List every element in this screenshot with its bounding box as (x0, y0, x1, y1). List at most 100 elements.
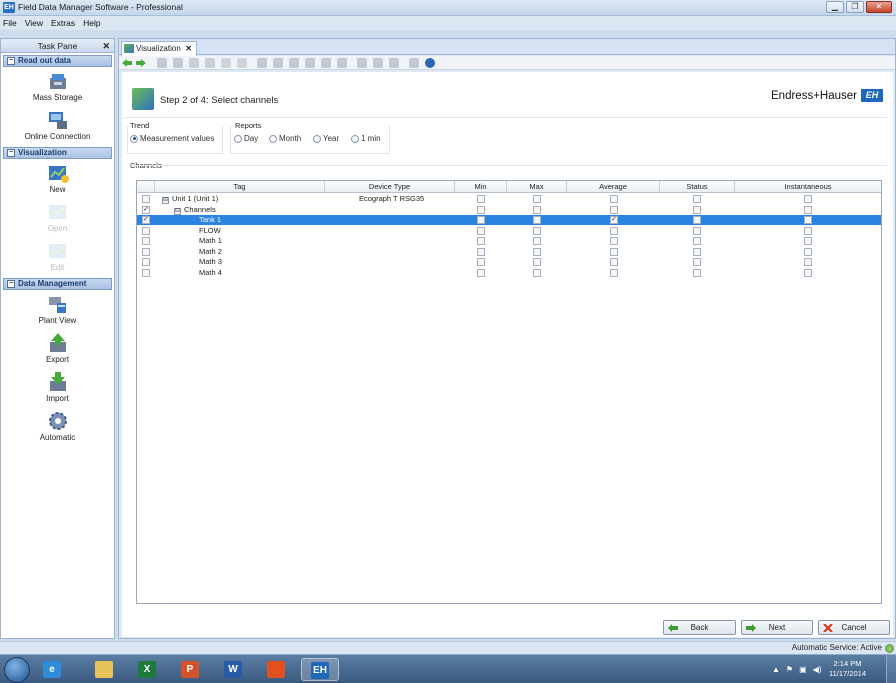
task-import[interactable]: Import (1, 368, 114, 407)
inst-checkbox[interactable] (804, 268, 812, 277)
row-select-checkbox[interactable] (142, 237, 150, 245)
max-checkbox[interactable] (533, 247, 541, 256)
status-checkbox[interactable] (693, 247, 701, 256)
tree-expander-icon[interactable]: ⊟ (174, 207, 181, 215)
column-header-status[interactable]: Status (660, 181, 735, 192)
min-checkbox[interactable] (477, 247, 485, 256)
inst-checkbox[interactable] (804, 237, 812, 245)
status-checkbox[interactable] (693, 258, 701, 266)
radio-year[interactable]: Year (313, 134, 339, 143)
collapse-icon[interactable]: − (7, 280, 15, 288)
clock[interactable]: 2:14 PM 11/17/2014 (829, 659, 866, 679)
radio-day[interactable]: Day (234, 134, 258, 143)
start-button[interactable] (4, 657, 30, 683)
column-header-average[interactable]: Average (567, 181, 660, 192)
radio-dot[interactable] (313, 134, 321, 143)
column-header-device-type[interactable]: Device Type (325, 181, 455, 192)
status-checkbox[interactable] (693, 268, 701, 277)
taskbar-app[interactable]: X (129, 658, 167, 681)
zoom-in-icon[interactable] (321, 58, 331, 68)
row-select-checkbox[interactable] (142, 216, 150, 224)
section-data-management[interactable]: − Data Management (3, 278, 112, 290)
taskbar-app[interactable]: W (215, 658, 253, 681)
column-header-min[interactable]: Min (455, 181, 507, 192)
row-select-checkbox[interactable] (142, 226, 150, 235)
task-pane-close-icon[interactable]: ✕ (102, 39, 110, 53)
table-row[interactable]: ⊟ Unit 1 (Unit 1) Ecograph T RSG35 (137, 194, 881, 204)
tree-expander-icon[interactable]: ⊟ (162, 197, 169, 204)
task-automatic[interactable]: Automatic (1, 407, 114, 446)
save-icon[interactable] (157, 58, 167, 68)
next-button[interactable]: Next (741, 620, 813, 635)
network-icon[interactable]: ▣ (799, 665, 807, 674)
status-checkbox[interactable] (693, 226, 701, 235)
min-checkbox[interactable] (477, 205, 485, 214)
table-row[interactable]: Math 2 (137, 247, 881, 257)
close-window-button[interactable]: ✕ (866, 1, 892, 13)
max-checkbox[interactable] (533, 195, 541, 203)
max-checkbox[interactable] (533, 268, 541, 277)
table-row[interactable]: Math 3 (137, 257, 881, 267)
table-row[interactable]: Tank 1 (137, 215, 881, 225)
paste-icon[interactable] (237, 58, 247, 68)
copy-icon[interactable] (221, 58, 231, 68)
print-preview-icon[interactable] (205, 58, 215, 68)
help-icon[interactable] (425, 58, 435, 68)
row-select-checkbox[interactable] (142, 205, 150, 214)
edit-icon[interactable] (409, 58, 419, 68)
min-checkbox[interactable] (477, 195, 485, 203)
min-checkbox[interactable] (477, 268, 485, 277)
cancel-button[interactable]: Cancel (818, 620, 890, 635)
min-checkbox[interactable] (477, 237, 485, 245)
table-row[interactable]: FLOW (137, 226, 881, 236)
inst-checkbox[interactable] (804, 226, 812, 235)
menu-extras[interactable]: Extras (51, 16, 75, 30)
menu-help[interactable]: Help (83, 16, 100, 30)
min-checkbox[interactable] (477, 258, 485, 266)
table-icon[interactable] (389, 58, 399, 68)
min-checkbox[interactable] (477, 226, 485, 235)
inst-checkbox[interactable] (804, 258, 812, 266)
status-checkbox[interactable] (693, 237, 701, 245)
maximize-button[interactable]: ❐ (846, 1, 864, 13)
task-mass-storage[interactable]: Mass Storage (1, 67, 114, 106)
radio-dot[interactable] (130, 134, 138, 143)
inst-checkbox[interactable] (804, 247, 812, 256)
avg-checkbox[interactable] (610, 195, 618, 203)
zoom-out-icon[interactable] (337, 58, 347, 68)
radio-dot[interactable] (269, 134, 277, 143)
volume-icon[interactable]: ◀) (813, 665, 822, 674)
radio-dot[interactable] (351, 134, 359, 143)
menu-view[interactable]: View (25, 16, 43, 30)
radio-month[interactable]: Month (269, 134, 301, 143)
inst-checkbox[interactable] (804, 205, 812, 214)
avg-checkbox[interactable] (610, 247, 618, 256)
avg-checkbox[interactable] (610, 258, 618, 266)
back-arrow-icon[interactable] (122, 58, 132, 68)
task-new-visualization[interactable]: New (1, 159, 114, 198)
row-select-checkbox[interactable] (142, 195, 150, 203)
row-select-checkbox[interactable] (142, 268, 150, 277)
collapse-icon[interactable]: − (7, 57, 15, 65)
section-visualization[interactable]: − Visualization (3, 147, 112, 159)
taskbar-app[interactable] (258, 658, 296, 681)
show-desktop-button[interactable] (886, 655, 896, 683)
radio-measurement-values[interactable]: Measurement values (130, 134, 214, 143)
taskbar-app[interactable]: P (172, 658, 210, 681)
avg-checkbox[interactable] (610, 268, 618, 277)
max-checkbox[interactable] (533, 237, 541, 245)
avg-checkbox[interactable] (610, 226, 618, 235)
task-export[interactable]: Export (1, 329, 114, 368)
radio-dot[interactable] (234, 134, 242, 143)
status-checkbox[interactable] (693, 195, 701, 203)
status-checkbox[interactable] (693, 205, 701, 214)
taskbar-app[interactable]: e (34, 658, 72, 681)
max-checkbox[interactable] (533, 205, 541, 214)
status-checkbox[interactable] (693, 216, 701, 224)
window-icon[interactable] (373, 58, 383, 68)
forward-arrow-icon[interactable] (136, 58, 146, 68)
collapse-icon[interactable]: − (7, 149, 15, 157)
column-header-max[interactable]: Max (507, 181, 567, 192)
task-online-connection[interactable]: Online Connection (1, 106, 114, 145)
table-row[interactable]: ⊟Channels (137, 205, 881, 215)
